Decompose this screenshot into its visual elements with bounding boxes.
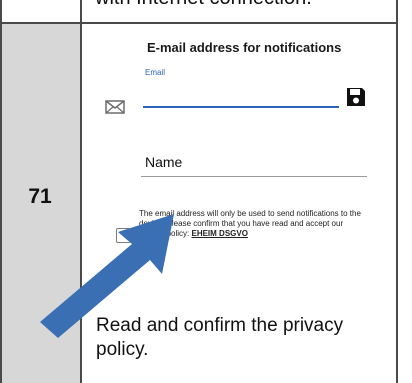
previous-step-text: with Internet connection. [95,0,395,10]
email-field-label: Email [145,68,166,77]
left-border [0,0,2,383]
floppy-disk-icon[interactable] [345,86,367,108]
name-field[interactable] [141,176,367,177]
email-field[interactable] [143,106,339,108]
step-instruction: Read and confirm the privacy policy. [96,315,344,360]
right-border [396,0,398,383]
privacy-policy-link[interactable]: EHEIM DSGVO [191,229,247,238]
name-field-label: Name [145,154,183,170]
step-number: 71 [28,185,52,208]
envelope-icon [105,100,125,114]
notifications-title: E-mail address for notifications [147,40,342,55]
